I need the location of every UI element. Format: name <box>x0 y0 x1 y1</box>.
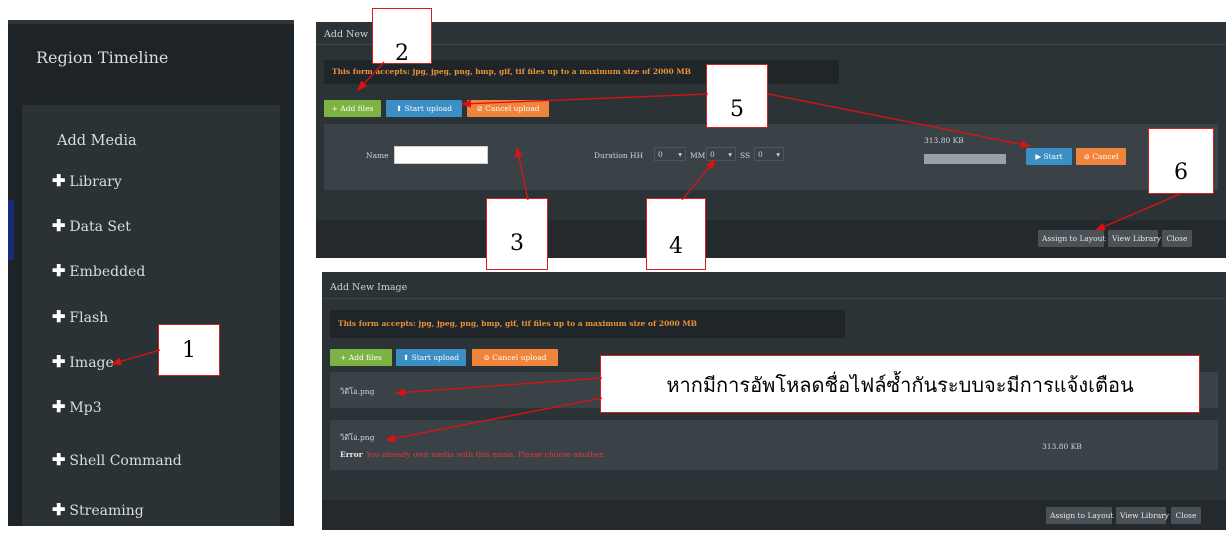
annotation-arrows <box>111 61 1181 443</box>
arrow-1 <box>111 349 161 366</box>
arrow-2 <box>357 61 385 91</box>
arrow-4 <box>681 159 716 201</box>
arrow-5b <box>767 93 1031 149</box>
arrow-5a <box>461 93 709 108</box>
arrow-warning-row2 <box>385 397 603 443</box>
arrow-warning-row1 <box>395 377 603 397</box>
arrow-3 <box>514 147 529 201</box>
arrow-6 <box>1095 193 1181 231</box>
